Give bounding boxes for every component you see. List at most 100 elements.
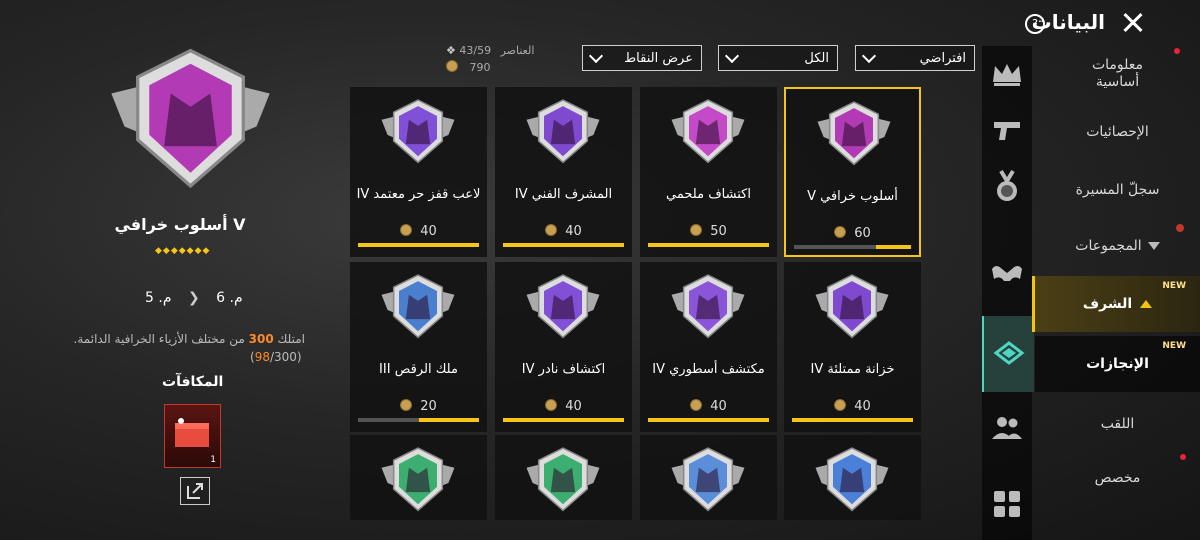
notification-dot (1180, 454, 1186, 460)
progress-bar-fill (503, 243, 624, 247)
achievement-card[interactable]: اكتشاف ملحمي 50 (640, 87, 777, 257)
achievement-card[interactable]: اكتشاف نادر IV 40 (495, 262, 632, 432)
tier-diamonds: ◆◆◆◆◆◆◆ (155, 246, 211, 256)
achievement-points: 40 (565, 399, 582, 414)
achievement-card[interactable]: المشرف الفني IV 40 (495, 87, 632, 257)
close-icon[interactable] (1118, 8, 1148, 38)
new-badge: NEW (1162, 281, 1186, 291)
sidebar-item-honor[interactable]: الشرف NEW (1032, 276, 1200, 332)
achievement-points: 20 (420, 399, 437, 414)
chevron-up-icon (1140, 300, 1153, 308)
crown-icon[interactable] (982, 46, 1032, 102)
view-dropdown[interactable]: عرض النقاط (582, 45, 702, 71)
achievement-card[interactable]: ملك الرقص III 20 (350, 262, 487, 432)
question-icon[interactable]: ? (1025, 14, 1045, 34)
achievement-points: 40 (710, 399, 727, 414)
progress-bar (792, 418, 913, 422)
achievement-points: 60 (854, 226, 871, 241)
collection-stats: ❖ 43/59 العناصر 790 (446, 44, 535, 74)
progress-bar (503, 418, 624, 422)
achievement-badge-icon (381, 99, 455, 164)
rewards-title: المكافآت (162, 374, 224, 390)
achievement-points: 40 (420, 224, 437, 239)
achievement-badge-icon (671, 447, 745, 512)
achievement-card[interactable]: مكتشف أسطوري IV 40 (640, 262, 777, 432)
achievement-name: اكتشاف ملحمي (666, 187, 751, 202)
achievement-badge-large-icon (111, 48, 270, 189)
medal-icon[interactable] (982, 158, 1032, 214)
achievement-badge-icon (381, 447, 455, 512)
coin-icon (834, 226, 847, 238)
reward-item[interactable]: 1 (164, 404, 221, 468)
progress-bar-fill (648, 418, 769, 422)
achievement-badge-icon (526, 447, 600, 512)
grid-icon[interactable] (982, 476, 1032, 532)
pistol-icon[interactable] (982, 102, 1032, 158)
sidebar-item-basic-info[interactable]: معلومات أساسية (1035, 46, 1200, 102)
sidebar-item-custom[interactable]: مخصص (1035, 450, 1200, 506)
progress-bar (648, 243, 769, 247)
progress-bar (503, 243, 624, 247)
achievement-badge-icon (815, 274, 889, 339)
chevron-down-icon (861, 48, 877, 63)
gift-icon (1176, 224, 1184, 232)
achievement-name: مكتشف أسطوري IV (652, 362, 765, 377)
category-dropdown[interactable]: الكل (718, 45, 838, 71)
coin-icon (834, 399, 847, 411)
sidebar-item-career[interactable]: سجلّ المسيرة (1035, 162, 1200, 218)
coin-icon (545, 224, 558, 236)
achievement-name: خزانة ممتلئة IV (810, 362, 895, 377)
achievement-badge-icon (671, 99, 745, 164)
progress-bar-fill (648, 243, 769, 247)
achievement-name: اكتشاف نادر IV (521, 362, 606, 377)
sidebar-item-achievements[interactable]: الإنجازات NEW (1035, 336, 1200, 392)
share-button[interactable] (180, 477, 210, 505)
achievement-card[interactable]: أسلوب خرافي V 60 (784, 87, 921, 257)
sidebar-item-statistics[interactable]: الإحصائيات (1035, 104, 1200, 160)
progress-bar-fill (358, 243, 479, 247)
coin-icon (446, 60, 458, 72)
achievement-card[interactable] (350, 435, 487, 520)
coin-icon (690, 224, 703, 236)
achievement-points: 50 (710, 224, 727, 239)
achievement-card[interactable] (640, 435, 777, 520)
progress-bar-fill (875, 245, 911, 249)
progress-bar (648, 418, 769, 422)
coin-icon (400, 399, 413, 411)
header-bar: البيانات ? (970, 0, 1200, 46)
achievement-name: لاعب قفز حر معتمد IV (356, 187, 481, 202)
honor-icon[interactable] (982, 316, 1034, 392)
selected-achievement-name: أسلوب خرافي V (114, 215, 246, 234)
achievement-badge-icon (526, 99, 600, 164)
muscle-icon[interactable] (982, 246, 1032, 302)
achievement-name: ملك الرقص III (379, 362, 458, 377)
category-icon-column (982, 46, 1034, 540)
sort-dropdown[interactable]: افتراضي (855, 45, 975, 71)
notification-dot (1174, 48, 1180, 54)
sidebar-item-collections[interactable]: المجموعات (1035, 218, 1200, 274)
new-badge: NEW (1162, 341, 1186, 351)
achievement-points: 40 (565, 224, 582, 239)
achievement-badge-icon (526, 274, 600, 339)
achievement-card[interactable]: لاعب قفز حر معتمد IV 40 (350, 87, 487, 257)
chevron-down-icon (1147, 242, 1160, 250)
achievement-points: 40 (854, 399, 871, 414)
coin-icon (690, 399, 703, 411)
chevron-left-icon: ❮ (187, 290, 200, 306)
achievement-card[interactable]: خزانة ممتلئة IV 40 (784, 262, 921, 432)
achievement-card[interactable] (495, 435, 632, 520)
achievement-card[interactable] (784, 435, 921, 520)
selected-badge-icon (108, 44, 273, 197)
chevron-down-icon (588, 48, 604, 63)
level-indicator: م. 6 ❮ م. 5 (145, 290, 243, 306)
progress-bar-fill (503, 418, 624, 422)
share-icon (187, 483, 203, 499)
coin-icon (400, 224, 413, 236)
sidebar-item-title[interactable]: اللقب (1035, 396, 1200, 452)
achievement-badge-icon (815, 447, 889, 512)
progress-bar-fill (792, 418, 913, 422)
achievement-badge-icon (381, 274, 455, 339)
achievement-badge-icon (817, 101, 891, 166)
achievement-description: امتلك 300 من مختلف الأزياء الخرافية الدا… (73, 332, 305, 346)
friends-icon[interactable] (982, 400, 1032, 456)
